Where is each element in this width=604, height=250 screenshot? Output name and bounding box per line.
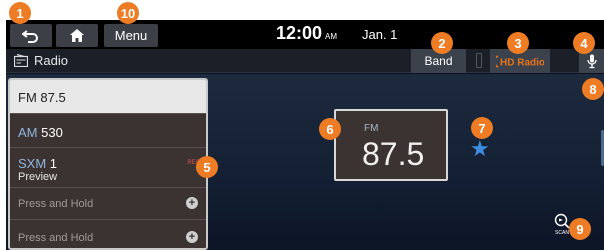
callout-3: 3 bbox=[507, 32, 529, 54]
preset-band: AM bbox=[18, 125, 38, 140]
preset-list: FM 87.5 AM 530 SXM 1 Preview REC Press a… bbox=[8, 78, 208, 250]
add-preset-icon[interactable]: + bbox=[186, 231, 198, 243]
preset-item[interactable]: FM 87.5 bbox=[10, 80, 206, 114]
callout-5: 5 bbox=[196, 156, 218, 178]
preset-band: FM bbox=[18, 90, 37, 105]
preset-item[interactable]: Press and Hold + bbox=[10, 220, 206, 248]
frequency-display[interactable]: FM 87.5 bbox=[334, 109, 448, 181]
callout-2: 2 bbox=[431, 32, 453, 54]
home-button[interactable] bbox=[56, 24, 98, 47]
callout-4: 4 bbox=[573, 32, 595, 54]
home-icon bbox=[70, 29, 84, 42]
current-frequency: 87.5 bbox=[362, 136, 425, 172]
microphone-icon bbox=[586, 54, 597, 68]
scan-label: SCAN bbox=[555, 230, 569, 236]
preset-subtitle: Preview bbox=[18, 171, 58, 183]
preset-item[interactable]: Press and Hold + bbox=[10, 188, 206, 220]
preset-band: SXM bbox=[18, 156, 47, 171]
callout-7: 7 bbox=[471, 117, 493, 139]
preset-frequency: 87.5 bbox=[40, 90, 66, 105]
favorite-star-icon[interactable]: ★ bbox=[470, 136, 490, 162]
clock-ampm: AM bbox=[325, 32, 338, 41]
preset-frequency: 530 bbox=[41, 125, 63, 140]
back-button[interactable] bbox=[10, 24, 52, 47]
preset-label: SXM 1 bbox=[18, 156, 57, 171]
date: Jan. 1 bbox=[362, 27, 398, 42]
back-arrow-icon bbox=[22, 29, 38, 43]
scan-icon bbox=[554, 213, 570, 229]
callout-6: 6 bbox=[319, 118, 341, 140]
hd-indicator bbox=[476, 53, 482, 68]
callout-8: 8 bbox=[582, 78, 604, 100]
current-band: FM bbox=[364, 123, 379, 134]
preset-placeholder: Press and Hold bbox=[18, 232, 94, 244]
callout-1: 1 bbox=[9, 2, 31, 24]
preset-label: AM 530 bbox=[18, 125, 63, 140]
clock: 12:00 AM bbox=[276, 23, 337, 44]
hd-radio-logo: HD Radio bbox=[496, 54, 544, 68]
radio-screen: Menu 12:00AM Jan. 1 Radio Band HD Radio bbox=[6, 20, 604, 250]
add-preset-icon[interactable]: + bbox=[186, 197, 198, 209]
preset-frequency: 1 bbox=[49, 156, 58, 171]
preset-label: FM 87.5 bbox=[18, 90, 66, 105]
menu-button[interactable]: Menu bbox=[104, 24, 158, 47]
clock-time: 12:00 bbox=[276, 23, 323, 43]
preset-placeholder: Press and Hold bbox=[18, 198, 94, 210]
page-title: Radio bbox=[34, 53, 68, 68]
callout-9: 9 bbox=[569, 218, 591, 240]
preset-item[interactable]: AM 530 bbox=[10, 114, 206, 148]
hd-radio-label: HD Radio bbox=[500, 57, 544, 68]
preset-item[interactable]: SXM 1 Preview REC bbox=[10, 148, 206, 188]
radio-icon bbox=[14, 54, 28, 67]
main-area: FM 87.5 AM 530 SXM 1 Preview REC Press a… bbox=[6, 74, 604, 250]
callout-10: 10 bbox=[117, 2, 139, 24]
